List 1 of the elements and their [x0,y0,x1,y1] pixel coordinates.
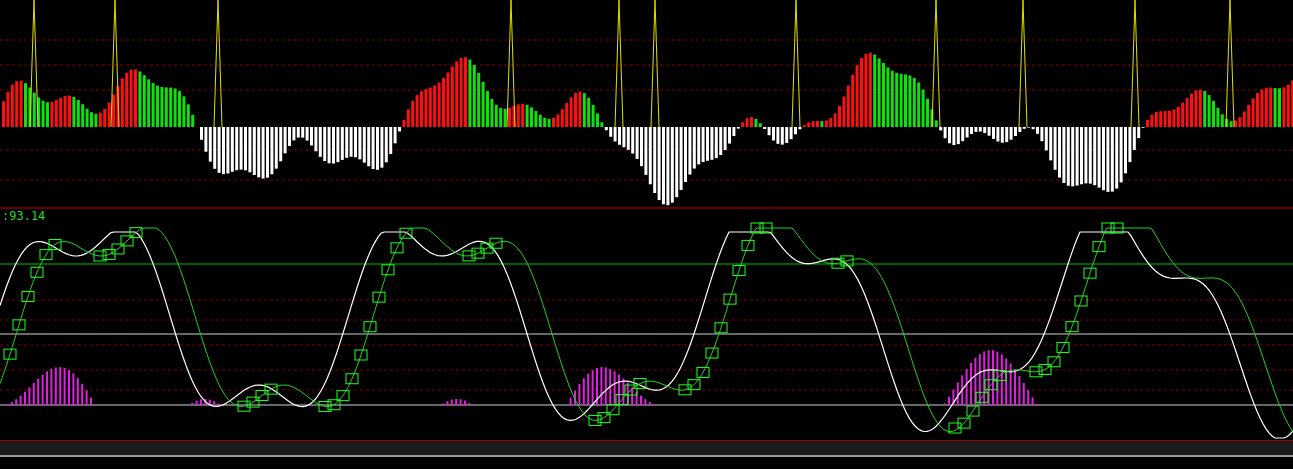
oscillator-value: :93.14 [2,209,46,223]
